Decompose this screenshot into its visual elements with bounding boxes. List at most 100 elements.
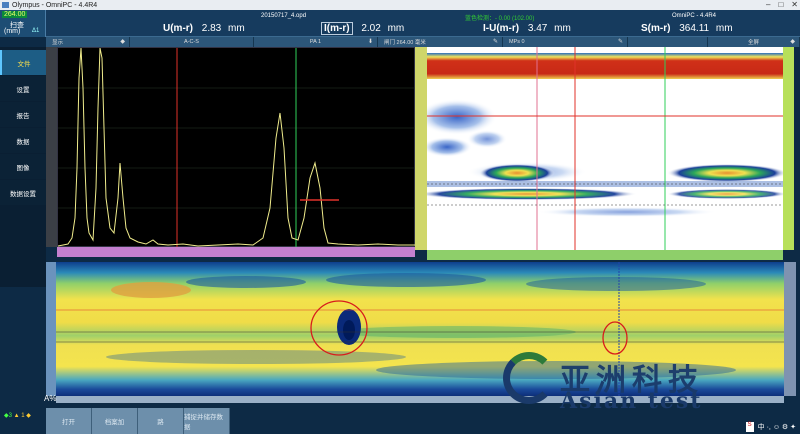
- bscan-image: [427, 47, 783, 250]
- archive-button-label: 档案加: [104, 419, 125, 426]
- ascan-view[interactable]: [57, 47, 416, 248]
- bscan-ruler-left[interactable]: [415, 47, 427, 250]
- backwall-band: [427, 53, 783, 79]
- system-tray: S 中 ·, ☺ ⚙ ✦: [745, 422, 796, 432]
- toolbar-gate[interactable]: 闸门 264.00 毫米 ✎: [378, 37, 503, 47]
- cscan-cold-spot: [326, 273, 486, 287]
- defect-echo: [667, 164, 783, 182]
- measurement-header: 264.00 扫查 (mm) Δ1 U(m-r) 2.83 mm 2015071…: [0, 10, 800, 37]
- sidebar-item-label: 数据设置: [10, 190, 36, 198]
- toolbar-layout[interactable]: A-C-S: [130, 37, 254, 47]
- sidebar-item-label: 文件: [17, 60, 31, 68]
- file-name: 20150717_4.opd: [261, 13, 307, 19]
- status-indicator: ◆3 ▲ 1 ◆: [4, 412, 31, 419]
- bscan-noise-echo: [467, 130, 507, 148]
- readout-i-label: I(m-r): [321, 22, 353, 35]
- defect-echo: [427, 188, 637, 200]
- ascan-amplitude-ruler[interactable]: [46, 47, 57, 247]
- readout-iu-label: I-U(m-r): [483, 23, 520, 34]
- open-button[interactable]: 打开: [46, 408, 92, 434]
- bscan-view[interactable]: [427, 47, 783, 250]
- toolbar-group[interactable]: PA 1 ⬇: [254, 37, 378, 47]
- sidebar: 文件 设置 报告 数据 图像 数据设置: [0, 47, 46, 287]
- readout-iu-value: 3.47: [527, 23, 548, 34]
- sidebar-item-label: 图像: [16, 164, 30, 172]
- sidebar-item-label: 报告: [16, 112, 30, 120]
- toolbar-group-label: PA 1: [309, 39, 322, 45]
- archive-button[interactable]: 档案加: [92, 408, 138, 434]
- scan-unit: (mm): [4, 28, 21, 35]
- diamond-icon: ◆: [120, 39, 125, 45]
- tray-icons[interactable]: 中 ·, ☺ ⚙ ✦: [758, 422, 796, 432]
- path-button-label: 路: [157, 419, 164, 426]
- readout-i: I(m-r) 2.02 mm: [321, 22, 405, 35]
- view-toolbar: 显示 ◆ A-C-S PA 1 ⬇ 闸门 264.00 毫米 ✎ MPs 0 ✎ 全屏 ◆: [46, 37, 800, 47]
- status-green: 蓝色检测：- 0.00 (102.00): [465, 16, 535, 22]
- readout-iu-unit: mm: [554, 23, 571, 34]
- bscan-noise-echo: [537, 207, 717, 217]
- ascan-ultrasound-ruler[interactable]: [57, 247, 415, 257]
- readout-s-value: 364.11: [679, 23, 710, 34]
- sidebar-item-report[interactable]: 报告: [0, 102, 46, 127]
- readout-u-value: 2.83: [201, 23, 222, 34]
- window-titlebar: Olympus - OmniPC - 4.4R4 – □ ✕: [0, 0, 800, 10]
- cscan-cold-spot: [106, 350, 406, 364]
- open-button-label: 打开: [62, 419, 75, 426]
- path-button[interactable]: 路: [138, 408, 184, 434]
- app-icon: [2, 2, 9, 8]
- toolbar-display-label: 显示: [52, 40, 64, 46]
- status-text-2: ▲ 1 ◆: [13, 413, 31, 419]
- scan-position-box[interactable]: 264.00 扫查 (mm) Δ1: [0, 10, 46, 37]
- sidebar-item-data-settings[interactable]: 数据设置: [0, 180, 46, 205]
- capture-store-button-label: 捕捉并储存数据: [184, 414, 223, 431]
- toolbar-fullscreen-label: 全屏: [747, 40, 759, 46]
- toolbar-fullscreen[interactable]: 全屏 ◆: [708, 37, 800, 47]
- readout-u-label: U(m-r): [163, 23, 193, 34]
- readout-i-unit: mm: [387, 23, 405, 34]
- minimize-button[interactable]: –: [766, 0, 770, 9]
- sidebar-item-label: 设置: [16, 86, 30, 94]
- defect-indication-1-core: [343, 320, 355, 340]
- readout-s-unit: mm: [715, 23, 733, 34]
- sidebar-item-settings[interactable]: 设置: [0, 76, 46, 101]
- readout-iu: I-U(m-r) 3.47 mm: [483, 23, 571, 34]
- arrow-down-icon: ⬇: [367, 39, 373, 45]
- ascan-plot: [57, 47, 416, 248]
- diamond-icon: ◆: [790, 39, 795, 45]
- toolbar-gate-label: 闸门 264.00 毫米: [384, 40, 426, 46]
- toolbar-display[interactable]: 显示 ◆: [46, 37, 130, 47]
- close-button[interactable]: ✕: [791, 0, 798, 9]
- window-controls: – □ ✕: [766, 0, 798, 9]
- cscan-ruler-left[interactable]: [46, 262, 56, 396]
- cscan-hot-spot: [111, 282, 191, 298]
- ascan-trace: [57, 47, 416, 247]
- sidebar-item-label: 数据: [16, 138, 30, 146]
- bscan-scan-ruler[interactable]: [427, 250, 783, 260]
- scan-step: Δ1: [32, 28, 40, 34]
- status-text: ◆3: [4, 413, 14, 419]
- readout-i-value: 2.02: [361, 23, 381, 34]
- sidebar-item-image[interactable]: 图像: [0, 154, 46, 179]
- sidebar-item-file[interactable]: 文件: [0, 50, 46, 75]
- window-title: Olympus - OmniPC - 4.4R4: [12, 1, 98, 9]
- bscan-ruler-right[interactable]: [783, 47, 794, 250]
- readout-s-label: S(m-r): [641, 23, 671, 34]
- app-name: OmniPC - 4.4R4: [672, 13, 717, 19]
- defect-echo: [667, 189, 783, 199]
- pencil-icon: ✎: [492, 39, 498, 45]
- defect-echo: [479, 164, 555, 182]
- sidebar-item-data[interactable]: 数据: [0, 128, 46, 153]
- toolbar-blank: [628, 37, 708, 47]
- readout-u-unit: mm: [228, 23, 245, 34]
- toolbar-layout-label: A-C-S: [184, 39, 199, 45]
- amplitude-label: A%: [44, 394, 57, 403]
- cscan-ruler-right[interactable]: [784, 262, 796, 396]
- toolbar-mps[interactable]: MPs 0 ✎: [503, 37, 628, 47]
- watermark-english: Asian test: [560, 388, 703, 414]
- toolbar-mps-label: MPs 0: [509, 39, 525, 45]
- tray-badge[interactable]: S: [745, 422, 754, 432]
- capture-store-button[interactable]: 捕捉并储存数据: [184, 408, 230, 434]
- maximize-button[interactable]: □: [778, 0, 783, 9]
- cscan-cold-spot: [526, 277, 706, 291]
- readout-u: U(m-r) 2.83 mm: [163, 23, 245, 34]
